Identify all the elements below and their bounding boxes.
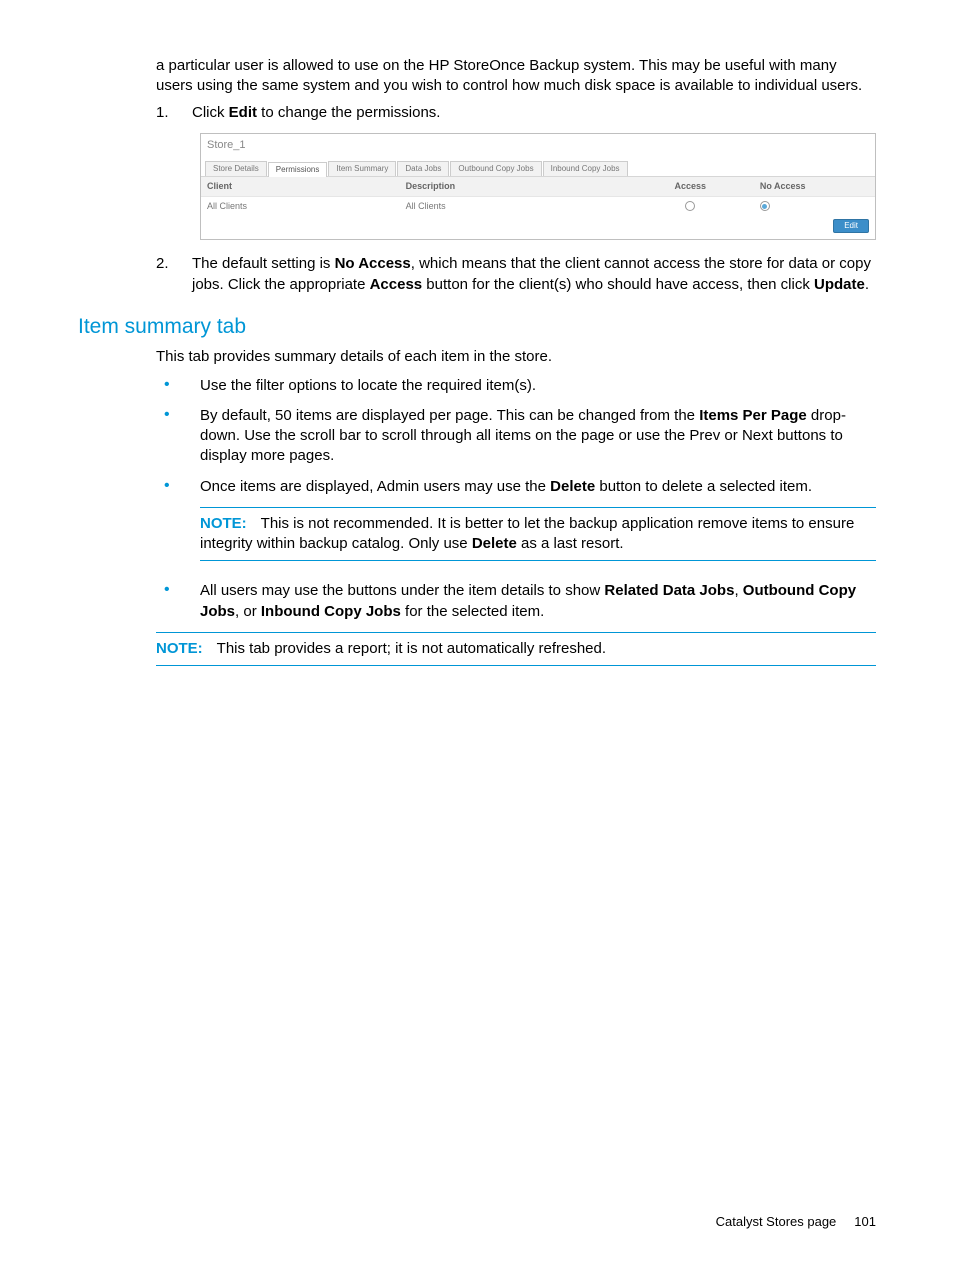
note-text: This tab provides a report; it is not au… — [217, 640, 606, 657]
step-2-number: 2. — [156, 254, 192, 295]
edit-button[interactable]: Edit — [833, 219, 869, 234]
tab-outbound-copy-jobs[interactable]: Outbound Copy Jobs — [450, 161, 541, 177]
note-box: NOTE: This tab provides a report; it is n… — [156, 632, 876, 666]
header-no-access: No Access — [750, 180, 879, 192]
section-intro: This tab provides summary details of eac… — [156, 347, 876, 367]
header-access: Access — [631, 180, 750, 192]
step-1-text: Click Edit to change the permissions. — [192, 103, 876, 123]
table-row: All Clients All Clients — [201, 197, 875, 215]
cell-description: All Clients — [406, 200, 631, 212]
tab-permissions[interactable]: Permissions — [268, 162, 328, 178]
radio-access[interactable] — [685, 201, 695, 211]
cell-client: All Clients — [207, 200, 406, 212]
bullet-icon: • — [156, 376, 200, 396]
table-header: Client Description Access No Access — [201, 177, 875, 196]
page-footer: Catalyst Stores page 101 — [716, 1213, 876, 1231]
bullet-icon: • — [156, 581, 200, 622]
bullet-4: All users may use the buttons under the … — [200, 581, 876, 622]
section-heading: Item summary tab — [78, 313, 876, 341]
note-label: NOTE: — [156, 640, 203, 657]
tab-store-details[interactable]: Store Details — [205, 161, 267, 177]
tab-inbound-copy-jobs[interactable]: Inbound Copy Jobs — [543, 161, 628, 177]
bullet-1: Use the filter options to locate the req… — [200, 376, 876, 396]
footer-title: Catalyst Stores page — [716, 1214, 837, 1229]
tab-data-jobs[interactable]: Data Jobs — [397, 161, 449, 177]
intro-paragraph: a particular user is allowed to use on t… — [156, 56, 876, 97]
panel-title: Store_1 — [201, 134, 875, 160]
radio-no-access[interactable] — [760, 201, 770, 211]
header-client: Client — [207, 180, 406, 192]
step-2-text: The default setting is No Access, which … — [192, 254, 876, 295]
permissions-panel: Store_1 Store Details Permissions Item S… — [200, 133, 876, 241]
step-1-number: 1. — [156, 103, 192, 123]
note-label: NOTE: — [200, 515, 247, 532]
bullet-icon: • — [156, 406, 200, 467]
panel-tabs: Store Details Permissions Item Summary D… — [201, 159, 875, 178]
tab-item-summary[interactable]: Item Summary — [328, 161, 396, 177]
bullet-2: By default, 50 items are displayed per p… — [200, 406, 876, 467]
note-box: NOTE:This is not recommended. It is bett… — [200, 507, 876, 562]
bullet-icon: • — [156, 477, 200, 572]
header-description: Description — [406, 180, 631, 192]
bullet-3: Once items are displayed, Admin users ma… — [200, 477, 876, 572]
footer-page-number: 101 — [854, 1214, 876, 1229]
